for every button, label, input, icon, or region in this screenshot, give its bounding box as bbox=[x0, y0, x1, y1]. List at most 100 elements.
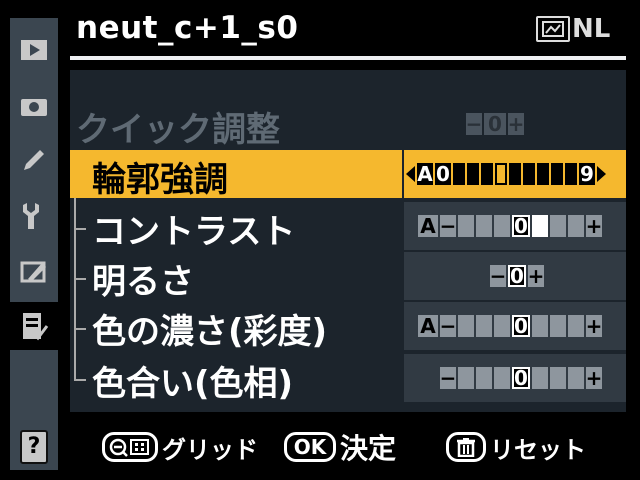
slider-segment bbox=[467, 163, 479, 185]
hue-value-cell: − 0 + bbox=[404, 354, 626, 402]
sharpening-value-cell[interactable]: A 0 9 bbox=[404, 150, 626, 198]
reset-label: リセット bbox=[490, 435, 586, 464]
slider-zero: 0 bbox=[512, 366, 530, 390]
sharpening-slider[interactable]: A 0 9 bbox=[406, 162, 606, 186]
setup-tab[interactable] bbox=[10, 192, 58, 240]
sharpening-label: 輪郭強調 bbox=[92, 160, 228, 200]
camera-icon bbox=[21, 99, 47, 116]
brightness-value-cell: − 0 + bbox=[404, 252, 626, 300]
custom-settings-tab[interactable] bbox=[10, 136, 58, 184]
slider-segment bbox=[550, 315, 566, 337]
menu-tab-strip bbox=[8, 18, 60, 470]
minus-icon: − bbox=[439, 214, 457, 238]
playback-tab[interactable] bbox=[10, 26, 58, 74]
slider-zero: 0 bbox=[484, 112, 506, 136]
slider-current bbox=[532, 215, 548, 237]
hue-label: 色合い(色相) bbox=[92, 364, 294, 404]
contrast-row[interactable]: コントラスト bbox=[70, 202, 402, 252]
brightness-slider: − 0 + bbox=[489, 264, 545, 288]
plus-icon: + bbox=[527, 264, 545, 288]
shooting-tab[interactable] bbox=[10, 82, 58, 130]
wrench-icon bbox=[23, 203, 39, 229]
minus-icon: − bbox=[465, 112, 483, 136]
slider-min: 0 bbox=[435, 162, 451, 186]
brightness-label: 明るさ bbox=[92, 262, 194, 302]
left-arrow-icon bbox=[406, 166, 415, 182]
slider-zero: 0 bbox=[512, 314, 530, 338]
slider-segment bbox=[458, 315, 474, 337]
sharpening-row[interactable]: 輪郭強調 bbox=[70, 150, 402, 200]
pencil-icon bbox=[24, 150, 44, 170]
hue-slider: − 0 + bbox=[439, 366, 603, 390]
slider-segment bbox=[568, 315, 584, 337]
slider-segment bbox=[453, 163, 465, 185]
ok-label: 決定 bbox=[340, 432, 397, 465]
page-title: neut_c+1_s0 bbox=[76, 10, 299, 46]
zoom-out-button-icon bbox=[102, 432, 158, 462]
saturation-slider: A − 0 + bbox=[418, 314, 602, 338]
saturation-label: 色の濃さ(彩度) bbox=[92, 312, 328, 352]
help-icon: ? bbox=[20, 430, 48, 464]
minus-icon: − bbox=[439, 366, 457, 390]
slider-segment bbox=[458, 367, 474, 389]
slider-segment bbox=[476, 367, 492, 389]
slider-current bbox=[495, 163, 507, 185]
retouch-tab[interactable] bbox=[10, 248, 58, 296]
slider-segment bbox=[494, 367, 510, 389]
slider-segment bbox=[494, 215, 510, 237]
brightness-row[interactable]: 明るさ bbox=[70, 252, 402, 302]
quick-adjust-label: クイック調整 bbox=[76, 110, 280, 150]
slider-segment bbox=[523, 163, 535, 185]
quick-adjust-value-cell: − 0 + bbox=[404, 100, 626, 148]
slider-segment bbox=[568, 367, 584, 389]
contrast-label: コントラスト bbox=[92, 212, 296, 252]
auto-marker: A bbox=[418, 214, 438, 238]
picture-control-badge: NL bbox=[536, 14, 610, 44]
hue-row[interactable]: 色合い(色相) bbox=[70, 354, 402, 404]
slider-segment bbox=[509, 163, 521, 185]
minus-icon: − bbox=[489, 264, 507, 288]
playback-icon bbox=[21, 40, 47, 60]
grid-hint[interactable]: グリッド bbox=[102, 424, 258, 470]
slider-zero: 0 bbox=[508, 264, 526, 288]
trash-icon bbox=[446, 432, 486, 462]
slider-max: 9 bbox=[579, 162, 595, 186]
ok-hint[interactable]: OK 決定 bbox=[284, 424, 396, 470]
slider-segment bbox=[532, 315, 548, 337]
minus-icon: − bbox=[439, 314, 457, 338]
picture-control-icon bbox=[536, 16, 570, 42]
quick-adjust-slider: − 0 + bbox=[465, 112, 525, 136]
plus-icon: + bbox=[585, 214, 603, 238]
slider-segment bbox=[458, 215, 474, 237]
contrast-slider: A − 0 + bbox=[418, 214, 602, 238]
slider-segment bbox=[481, 163, 493, 185]
plus-icon: + bbox=[585, 366, 603, 390]
recent-settings-icon bbox=[23, 313, 49, 341]
slider-segment bbox=[551, 163, 563, 185]
header-divider bbox=[70, 56, 626, 60]
right-arrow-icon bbox=[597, 166, 606, 182]
slider-segment bbox=[476, 215, 492, 237]
slider-segment bbox=[565, 163, 577, 185]
help-button[interactable]: ? bbox=[10, 424, 58, 470]
plus-icon: + bbox=[507, 112, 525, 136]
reset-hint[interactable]: リセット bbox=[446, 424, 586, 470]
slider-segment bbox=[476, 315, 492, 337]
slider-segment bbox=[550, 215, 566, 237]
retouch-icon bbox=[20, 261, 46, 283]
slider-segment bbox=[537, 163, 549, 185]
recent-settings-tab[interactable] bbox=[8, 302, 60, 350]
slider-segment bbox=[532, 367, 548, 389]
quick-adjust-row[interactable]: クイック調整 bbox=[70, 100, 402, 150]
slider-segment bbox=[494, 315, 510, 337]
grid-label: グリッド bbox=[162, 435, 258, 464]
plus-icon: + bbox=[585, 314, 603, 338]
contrast-value-cell: A − 0 + bbox=[404, 202, 626, 250]
saturation-value-cell: A − 0 + bbox=[404, 302, 626, 350]
slider-segment bbox=[568, 215, 584, 237]
auto-marker: A bbox=[418, 314, 438, 338]
saturation-row[interactable]: 色の濃さ(彩度) bbox=[70, 302, 402, 352]
picture-control-name: NL bbox=[572, 14, 611, 44]
auto-marker: A bbox=[417, 162, 433, 186]
slider-segment bbox=[550, 367, 566, 389]
